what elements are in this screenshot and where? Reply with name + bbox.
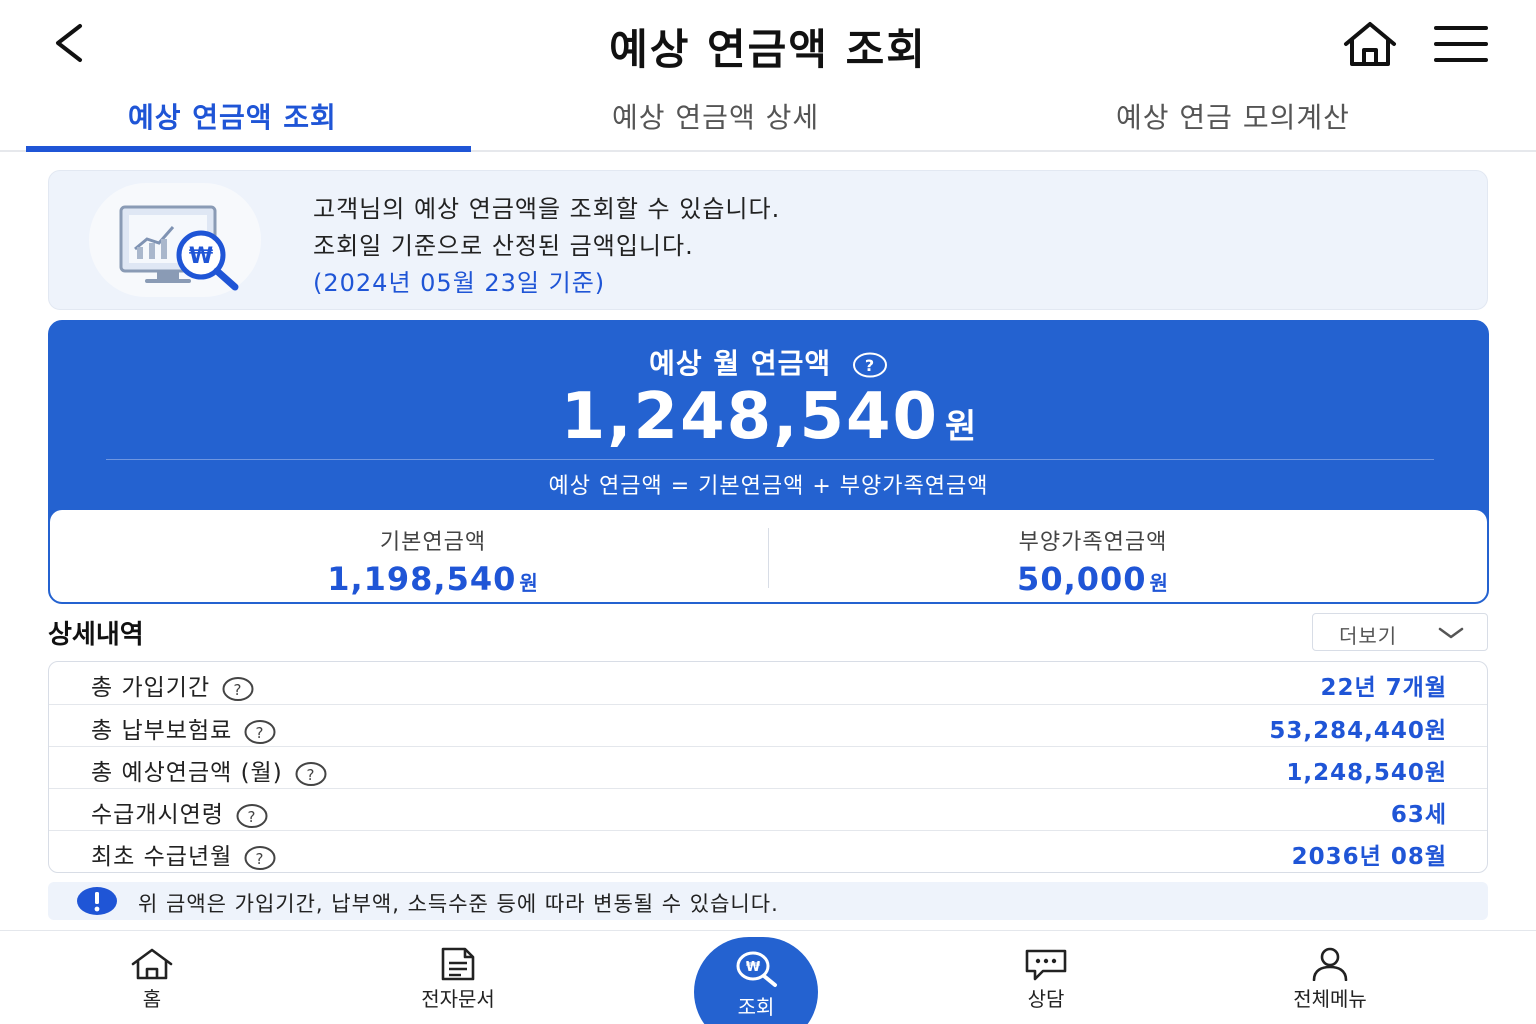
menu-button[interactable]: [1432, 22, 1490, 66]
currency-unit: 원: [519, 571, 539, 595]
detail-value: 1,248,540원: [1286, 760, 1447, 786]
home-button[interactable]: [1340, 18, 1400, 70]
exclamation-icon: [77, 887, 117, 915]
bottom-nav: 홈 전자문서 ₩ 조회 상담 전체메뉴: [0, 930, 1536, 1024]
detail-value: 2036년 08월: [1291, 844, 1447, 870]
nav-documents[interactable]: 전자문서: [398, 931, 518, 1024]
help-icon[interactable]: ?: [244, 845, 276, 871]
basic-pension: 기본연금액 1,198,540 원: [74, 510, 792, 602]
svg-text:?: ?: [247, 808, 256, 826]
divider: [106, 459, 1434, 460]
home-icon: [131, 948, 173, 980]
info-line-1: 고객님의 예상 연금액을 조회할 수 있습니다.: [313, 195, 781, 223]
detail-row: 수급개시연령? 63세: [49, 788, 1487, 830]
nav-label: 조회: [737, 995, 775, 1019]
svg-text:₩: ₩: [189, 244, 213, 269]
detail-value: 63세: [1390, 802, 1447, 828]
nav-label: 홈: [142, 987, 162, 1011]
document-icon: [441, 947, 475, 981]
basic-pension-amount: 1,198,540 원: [74, 560, 792, 598]
monthly-pension-amount: 1,248,540 원: [50, 380, 1487, 454]
detail-label: 최초 수급년월: [91, 844, 233, 870]
svg-text:?: ?: [306, 766, 315, 784]
info-text: 고객님의 예상 연금액을 조회할 수 있습니다. 조회일 기준으로 산정된 금액…: [313, 191, 780, 302]
detail-row: 총 납부보험료? 53,284,440원: [49, 704, 1487, 746]
help-icon[interactable]: ?: [295, 761, 327, 787]
home-icon: [1344, 22, 1396, 66]
nav-label: 전자문서: [421, 987, 495, 1011]
info-date-note: (2024년 05월 23일 기준): [313, 269, 606, 297]
chevron-down-icon: [1438, 627, 1464, 639]
svg-text:?: ?: [256, 850, 265, 868]
user-icon: [1312, 947, 1348, 981]
detail-value: 22년 7개월: [1320, 675, 1447, 701]
detail-label: 수급개시연령: [91, 802, 224, 828]
nav-home[interactable]: 홈: [102, 931, 202, 1024]
detail-label: 총 납부보험료: [91, 718, 233, 744]
svg-text:?: ?: [865, 356, 875, 375]
details-title: 상세내역: [48, 620, 144, 650]
currency-unit: 원: [1149, 571, 1169, 595]
tab-pension-inquiry[interactable]: 예상 연금액 조회: [128, 96, 337, 136]
svg-text:₩: ₩: [746, 960, 761, 975]
monitor-won-search-icon: ₩: [89, 183, 261, 297]
detail-row: 총 예상연금액 (월)? 1,248,540원: [49, 746, 1487, 788]
notice-text: 위 금액은 가입기간, 납부액, 소득수준 등에 따라 변동될 수 있습니다.: [138, 892, 779, 916]
pension-breakdown: 기본연금액 1,198,540 원 부양가족연금액 50,000 원: [50, 510, 1487, 602]
app-header: 예상 연금액 조회: [0, 0, 1536, 88]
basic-pension-value: 1,198,540: [327, 560, 517, 598]
tab-bar: 예상 연금액 조회 예상 연금액 상세 예상 연금 모의계산: [0, 88, 1536, 152]
monthly-pension-label: 예상 월 연금액: [649, 347, 832, 380]
detail-label: 총 가입기간: [91, 675, 211, 701]
detail-value: 53,284,440원: [1269, 718, 1447, 744]
search-icon: ₩: [736, 951, 777, 987]
help-icon[interactable]: ?: [852, 352, 888, 378]
chat-icon: [1025, 949, 1067, 981]
family-pension: 부양가족연금액 50,000 원: [734, 510, 1452, 602]
help-icon[interactable]: ?: [236, 803, 268, 829]
nav-label: 상담: [1027, 987, 1065, 1011]
help-icon[interactable]: ?: [222, 676, 254, 702]
tab-pension-detail[interactable]: 예상 연금액 상세: [612, 96, 819, 136]
detail-row: 최초 수급년월? 2036년 08월: [49, 830, 1487, 872]
monthly-pension-label-row: 예상 월 연금액 ?: [50, 342, 1487, 382]
more-button[interactable]: 더보기: [1312, 613, 1488, 651]
pension-summary-card: 예상 월 연금액 ? 1,248,540 원 예상 연금액 = 기본연금액 + 부…: [48, 320, 1489, 604]
family-pension-value: 50,000: [1017, 560, 1147, 598]
nav-all-menu[interactable]: 전체메뉴: [1270, 931, 1390, 1024]
detail-label: 총 예상연금액 (월): [91, 760, 283, 786]
details-table: 총 가입기간? 22년 7개월 총 납부보험료? 53,284,440원 총 예…: [48, 661, 1488, 873]
help-icon[interactable]: ?: [244, 719, 276, 745]
page-title: 예상 연금액 조회: [609, 25, 927, 74]
info-banner: ₩ 고객님의 예상 연금액을 조회할 수 있습니다. 조회일 기준으로 산정된 …: [48, 170, 1488, 310]
tab-pension-simulation[interactable]: 예상 연금 모의계산: [1116, 96, 1350, 136]
info-line-2: 조회일 기준으로 산정된 금액입니다.: [313, 232, 694, 260]
active-tab-indicator: [26, 146, 471, 152]
family-pension-amount: 50,000 원: [734, 560, 1452, 598]
svg-text:?: ?: [234, 681, 243, 699]
nav-consult[interactable]: 상담: [996, 931, 1096, 1024]
nav-inquiry[interactable]: ₩ 조회: [694, 937, 818, 1024]
currency-unit: 원: [945, 407, 977, 447]
basic-pension-label: 기본연금액: [379, 530, 487, 555]
more-button-label: 더보기: [1339, 624, 1398, 648]
hamburger-menu-icon: [1434, 26, 1488, 62]
notice-banner: 위 금액은 가입기간, 납부액, 소득수준 등에 따라 변동될 수 있습니다.: [48, 882, 1488, 920]
svg-text:?: ?: [256, 724, 265, 742]
pension-formula: 예상 연금액 = 기본연금액 + 부양가족연금액: [548, 474, 989, 499]
nav-label: 전체메뉴: [1293, 987, 1367, 1011]
family-pension-label: 부양가족연금액: [1018, 530, 1168, 555]
monthly-pension-value: 1,248,540: [560, 380, 940, 454]
detail-row: 총 가입기간? 22년 7개월: [49, 662, 1487, 704]
